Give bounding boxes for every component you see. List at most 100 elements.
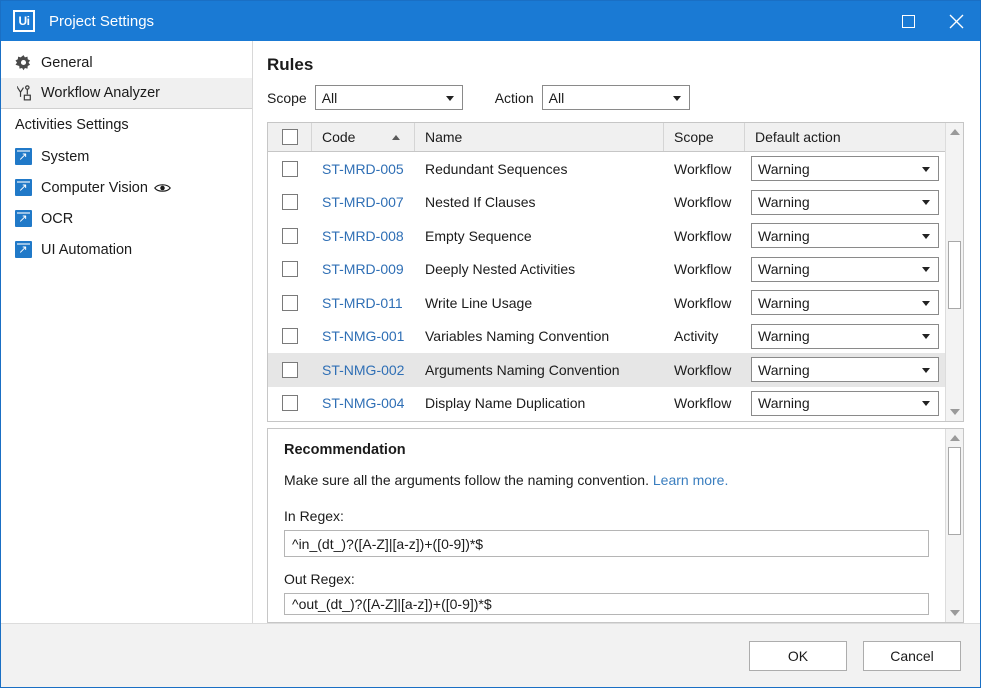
row-checkbox-cell[interactable] xyxy=(268,161,312,177)
select-all-checkbox[interactable] xyxy=(282,129,298,145)
row-code[interactable]: ST-MRD-008 xyxy=(312,228,415,244)
sidebar-item-workflow-analyzer[interactable]: Workflow Analyzer xyxy=(1,78,252,109)
row-code[interactable]: ST-NMG-001 xyxy=(312,328,415,344)
cancel-button[interactable]: Cancel xyxy=(863,641,961,671)
table-row[interactable]: ST-NMG-002 Arguments Naming Convention W… xyxy=(268,353,945,387)
default-action-value: Warning xyxy=(758,328,810,344)
sort-ascending-icon xyxy=(392,135,400,140)
caret-down-icon xyxy=(950,610,960,616)
row-scope: Activity xyxy=(664,328,745,344)
row-checkbox-cell[interactable] xyxy=(268,328,312,344)
sidebar-item-label: UI Automation xyxy=(41,242,132,258)
default-action-select[interactable]: Warning xyxy=(751,223,939,248)
row-action-cell: Warning xyxy=(745,223,945,248)
caret-down-icon xyxy=(950,409,960,415)
row-action-cell: Warning xyxy=(745,290,945,315)
select-all-header[interactable] xyxy=(268,123,312,151)
table-row[interactable]: ST-NMG-001 Variables Naming Convention A… xyxy=(268,320,945,354)
sidebar-item-ui-automation[interactable]: ↗ UI Automation xyxy=(1,234,252,265)
default-action-select[interactable]: Warning xyxy=(751,357,939,382)
row-code[interactable]: ST-NMG-004 xyxy=(312,395,415,411)
close-button[interactable] xyxy=(932,1,980,41)
scroll-track[interactable] xyxy=(946,447,963,604)
column-header-default-action[interactable]: Default action xyxy=(745,123,945,151)
sidebar-item-ocr[interactable]: ↗ OCR xyxy=(1,203,252,234)
rules-pane: Rules Scope All Action All xyxy=(253,41,980,623)
chevron-down-icon xyxy=(922,401,930,406)
out-regex-input[interactable]: ^out_(dt_)?([A-Z]|[a-z])+([0-9])*$ xyxy=(284,593,929,615)
row-scope: Workflow xyxy=(664,161,745,177)
scroll-up-button[interactable] xyxy=(946,429,963,447)
row-checkbox[interactable] xyxy=(282,362,298,378)
row-checkbox[interactable] xyxy=(282,228,298,244)
row-code[interactable]: ST-MRD-007 xyxy=(312,194,415,210)
row-checkbox-cell[interactable] xyxy=(268,228,312,244)
row-checkbox-cell[interactable] xyxy=(268,194,312,210)
column-header-scope[interactable]: Scope xyxy=(664,123,745,151)
table-row[interactable]: ST-NMG-004 Display Name Duplication Work… xyxy=(268,387,945,421)
row-checkbox[interactable] xyxy=(282,261,298,277)
row-checkbox-cell[interactable] xyxy=(268,362,312,378)
row-scope: Workflow xyxy=(664,362,745,378)
row-name: Empty Sequence xyxy=(415,228,664,244)
table-row[interactable]: ST-MRD-005 Redundant Sequences Workflow … xyxy=(268,152,945,186)
window-body: General Workflow Analyzer Activities Set… xyxy=(1,41,980,623)
rules-table-scrollbar[interactable] xyxy=(945,123,963,421)
row-code[interactable]: ST-MRD-005 xyxy=(312,161,415,177)
column-header-code[interactable]: Code xyxy=(312,123,415,151)
sidebar-group-label: Activities Settings xyxy=(15,117,129,133)
default-action-select[interactable]: Warning xyxy=(751,190,939,215)
action-filter-select[interactable]: All xyxy=(542,85,690,110)
row-name: Display Name Duplication xyxy=(415,395,664,411)
recommendation-scrollbar[interactable] xyxy=(945,429,963,622)
table-row[interactable]: ST-MRD-007 Nested If Clauses Workflow Wa… xyxy=(268,186,945,220)
sidebar-item-system[interactable]: ↗ System xyxy=(1,141,252,172)
row-checkbox-cell[interactable] xyxy=(268,261,312,277)
column-header-label: Name xyxy=(425,129,462,145)
row-code[interactable]: ST-MRD-011 xyxy=(312,295,415,311)
row-checkbox[interactable] xyxy=(282,328,298,344)
scroll-up-button[interactable] xyxy=(946,123,963,141)
scroll-down-button[interactable] xyxy=(946,604,963,622)
chevron-down-icon xyxy=(922,334,930,339)
default-action-select[interactable]: Warning xyxy=(751,156,939,181)
sidebar-item-general[interactable]: General xyxy=(1,47,252,78)
row-checkbox[interactable] xyxy=(282,161,298,177)
row-code[interactable]: ST-NMG-002 xyxy=(312,362,415,378)
in-regex-input[interactable]: ^in_(dt_)?([A-Z]|[a-z])+([0-9])*$ xyxy=(284,530,929,557)
sidebar-item-label: OCR xyxy=(41,211,73,227)
maximize-button[interactable] xyxy=(884,1,932,41)
scroll-thumb[interactable] xyxy=(948,241,961,309)
row-checkbox-cell[interactable] xyxy=(268,395,312,411)
rules-table-inner: Code Name Scope Default action xyxy=(268,123,963,421)
scroll-down-button[interactable] xyxy=(946,403,963,421)
scope-filter-select[interactable]: All xyxy=(315,85,463,110)
caret-up-icon xyxy=(950,129,960,135)
default-action-value: Warning xyxy=(758,228,810,244)
table-row[interactable]: ST-MRD-009 Deeply Nested Activities Work… xyxy=(268,253,945,287)
scroll-track[interactable] xyxy=(946,141,963,403)
recommendation-title: Recommendation xyxy=(284,442,929,458)
row-checkbox[interactable] xyxy=(282,395,298,411)
default-action-select[interactable]: Warning xyxy=(751,324,939,349)
table-row[interactable]: ST-MRD-011 Write Line Usage Workflow War… xyxy=(268,286,945,320)
learn-more-link[interactable]: Learn more. xyxy=(653,472,728,488)
sidebar-item-computer-vision[interactable]: ↗ Computer Vision xyxy=(1,172,252,203)
default-action-value: Warning xyxy=(758,362,810,378)
default-action-select[interactable]: Warning xyxy=(751,290,939,315)
scope-filter-label: Scope xyxy=(267,90,307,106)
table-row[interactable]: ST-MRD-008 Empty Sequence Workflow Warni… xyxy=(268,219,945,253)
ok-button[interactable]: OK xyxy=(749,641,847,671)
column-header-name[interactable]: Name xyxy=(415,123,664,151)
action-filter-label: Action xyxy=(495,90,534,106)
activity-package-icon: ↗ xyxy=(13,148,33,166)
rules-table: Code Name Scope Default action xyxy=(267,122,964,422)
default-action-select[interactable]: Warning xyxy=(751,257,939,282)
default-action-select[interactable]: Warning xyxy=(751,391,939,416)
chevron-down-icon xyxy=(673,96,681,101)
row-checkbox[interactable] xyxy=(282,295,298,311)
scroll-thumb[interactable] xyxy=(948,447,961,535)
row-checkbox[interactable] xyxy=(282,194,298,210)
row-code[interactable]: ST-MRD-009 xyxy=(312,261,415,277)
row-checkbox-cell[interactable] xyxy=(268,295,312,311)
